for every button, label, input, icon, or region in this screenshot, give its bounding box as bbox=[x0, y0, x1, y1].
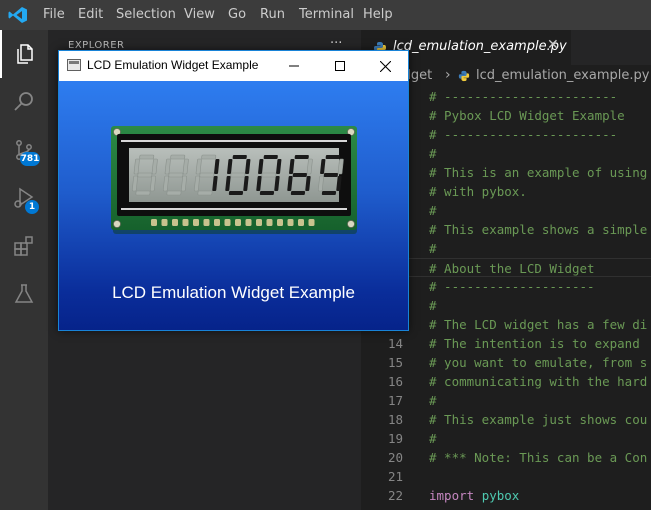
lcd-segment-on bbox=[323, 173, 338, 177]
lcd-header-pin bbox=[161, 219, 168, 226]
lcd-header-pin bbox=[182, 219, 189, 226]
code-line: 17 # bbox=[387, 393, 437, 408]
lcd-display-widget: 10065 bbox=[111, 126, 357, 234]
lcd-segment-off bbox=[197, 190, 213, 196]
lcd-segment-on bbox=[232, 155, 247, 159]
lcd-header-pin bbox=[193, 219, 199, 226]
lcd-segment-off bbox=[137, 172, 153, 178]
lcd-segment-on bbox=[263, 155, 278, 159]
lcd-header-pin bbox=[172, 219, 178, 226]
lcd-segment-on bbox=[290, 191, 306, 195]
search-icon bbox=[14, 92, 33, 111]
lcd-segment-off bbox=[170, 154, 186, 160]
breadcrumb-file[interactable]: lcd_emulation_example.py bbox=[476, 68, 649, 83]
lcd-header-pin bbox=[214, 219, 220, 226]
minimize-icon bbox=[289, 65, 299, 67]
minimize-button[interactable] bbox=[271, 51, 317, 81]
more-actions-icon[interactable]: ··· bbox=[330, 36, 342, 51]
lcd-segment-off bbox=[166, 190, 182, 196]
lcd-header-pin bbox=[151, 219, 157, 226]
code-line: 14 # The intention is to expand bbox=[387, 336, 640, 351]
lcd-header-pin bbox=[256, 219, 262, 226]
close-button[interactable] bbox=[362, 51, 408, 81]
code-line: 18 # This example just shows cou bbox=[387, 412, 648, 427]
source-control-badge: 781 bbox=[20, 152, 40, 166]
lcd-example-window: LCD Emulation Widget Example LCD Emulati… bbox=[58, 50, 409, 331]
code-line: 21 bbox=[387, 469, 403, 484]
lcd-header-pin bbox=[224, 219, 231, 226]
lcd-caption: LCD Emulation Widget Example bbox=[112, 283, 355, 302]
lcd-header-pin bbox=[287, 219, 294, 226]
search-button[interactable] bbox=[0, 78, 48, 126]
lcd-header-pin bbox=[308, 219, 315, 226]
files-icon bbox=[17, 44, 33, 64]
extensions-icon bbox=[14, 236, 33, 256]
menu-selection[interactable]: Selection bbox=[116, 0, 176, 30]
lcd-segment-on bbox=[259, 191, 275, 195]
code-line: 20 # *** Note: This can be a Con bbox=[387, 450, 648, 465]
flask-icon bbox=[14, 284, 34, 303]
window-title: LCD Emulation Widget Example bbox=[87, 58, 259, 72]
code-line: 19 # bbox=[387, 431, 437, 446]
lcd-header-pin bbox=[235, 219, 241, 226]
explorer-button[interactable] bbox=[0, 30, 48, 78]
lcd-segment-on bbox=[228, 191, 244, 195]
lcd-segment-off bbox=[135, 190, 151, 196]
lcd-segment-on bbox=[325, 155, 340, 159]
menu-file[interactable]: File bbox=[43, 0, 65, 30]
close-icon bbox=[379, 60, 391, 72]
window-content: 10065 LCD Emulation Widget Example bbox=[59, 81, 408, 330]
lcd-segment-on bbox=[292, 173, 307, 177]
lcd-segment-on bbox=[321, 191, 337, 195]
menu-bar: File Edit Selection View Go Run Terminal… bbox=[0, 0, 651, 30]
tab-label: lcd_emulation_example.py bbox=[393, 39, 567, 54]
lcd-header-pin bbox=[203, 219, 210, 226]
lcd-header-pin bbox=[245, 219, 252, 226]
maximize-button[interactable] bbox=[317, 51, 363, 81]
vscode-logo-icon bbox=[8, 6, 28, 24]
lcd-header-pin bbox=[298, 219, 304, 226]
lcd-segment-off bbox=[168, 172, 184, 178]
close-tab-icon[interactable]: ✕ bbox=[547, 37, 559, 53]
lcd-segment-off bbox=[199, 172, 215, 178]
chevron-right-icon: › bbox=[445, 67, 451, 83]
menu-view[interactable]: View bbox=[184, 0, 215, 30]
lcd-segment-on bbox=[294, 155, 309, 159]
lcd-segment-off bbox=[230, 172, 246, 178]
code-line: 15 # you want to emulate, from s bbox=[387, 355, 648, 370]
code-line: 16 # communicating with the hard bbox=[387, 374, 648, 389]
menu-terminal[interactable]: Terminal bbox=[299, 0, 354, 30]
testing-button[interactable] bbox=[0, 270, 48, 318]
run-debug-button[interactable] bbox=[0, 174, 48, 222]
run-debug-badge: 1 bbox=[25, 200, 39, 214]
app-window-icon bbox=[67, 59, 81, 71]
code-line: 22 import pybox bbox=[387, 488, 520, 503]
lcd-segment-off bbox=[201, 154, 217, 160]
activity-bar: 781 1 bbox=[0, 30, 48, 510]
menu-help[interactable]: Help bbox=[363, 0, 393, 30]
menu-go[interactable]: Go bbox=[228, 0, 246, 30]
lcd-segment-off bbox=[139, 154, 155, 160]
python-icon bbox=[458, 70, 470, 82]
maximize-icon bbox=[335, 61, 345, 71]
lcd-segment-off bbox=[261, 172, 277, 178]
extensions-button[interactable] bbox=[0, 222, 48, 270]
source-control-button[interactable] bbox=[0, 126, 48, 174]
menu-edit[interactable]: Edit bbox=[78, 0, 103, 30]
lcd-header-pin bbox=[266, 219, 273, 226]
window-title-bar[interactable]: LCD Emulation Widget Example bbox=[59, 51, 408, 81]
menu-run[interactable]: Run bbox=[260, 0, 285, 30]
lcd-header-pin bbox=[277, 219, 283, 226]
